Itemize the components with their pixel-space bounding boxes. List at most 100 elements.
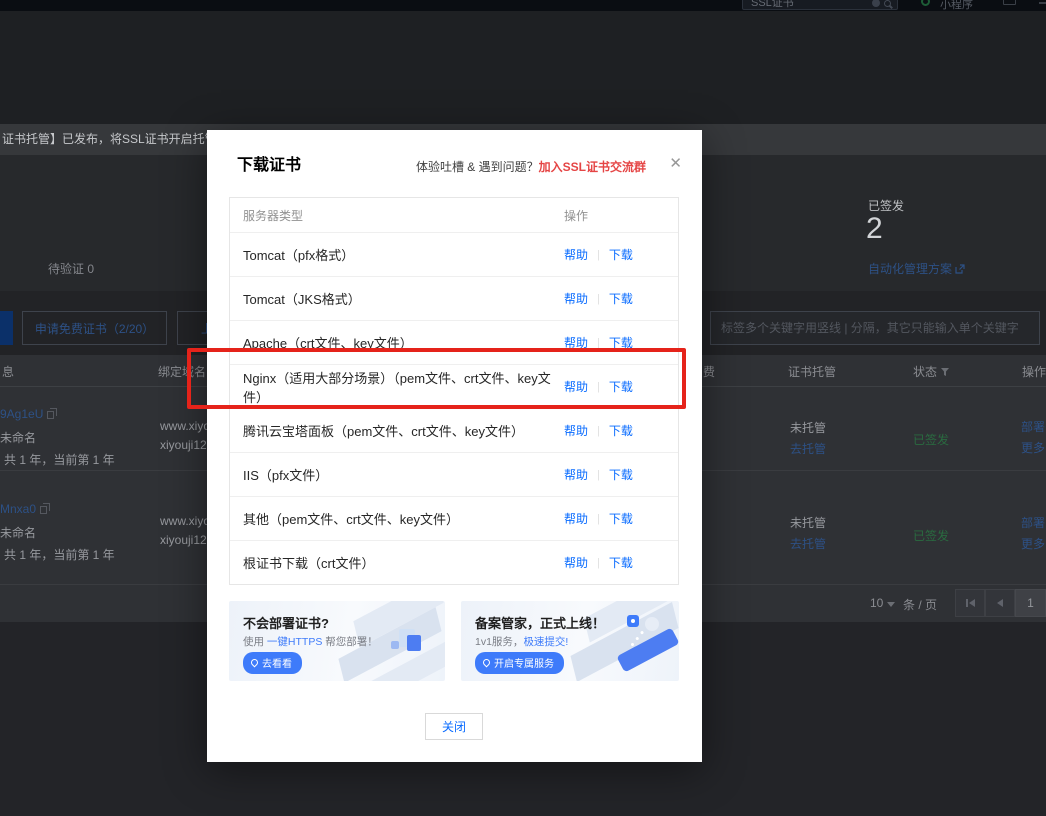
help-link[interactable]: 帮助 — [564, 554, 588, 571]
table-header-row: 服务器类型 操作 — [230, 198, 678, 232]
filter-icon[interactable] — [941, 365, 950, 379]
open-service-label: 开启专属服务 — [494, 659, 554, 670]
col-header-hosting: 证书托管 — [788, 365, 837, 379]
dialog-title: 下载证书 — [237, 157, 302, 174]
header-server-type: 服务器类型 — [243, 208, 304, 223]
first-page-icon — [965, 599, 968, 607]
table-row-tomcat-pfx: Tomcat（pfx格式） 帮助 | 下载 — [230, 232, 678, 276]
table-row-other: 其他（pem文件、crt文件、key文件） 帮助 | 下载 — [230, 496, 678, 540]
more-link[interactable]: 更多 — [1021, 439, 1045, 456]
server-type-label: Tomcat（pfx格式） — [243, 248, 355, 263]
apply-free-cert-button[interactable]: 申请免费证书（2/20） — [22, 311, 167, 345]
promo-desc-highlight: 一键HTTPS — [266, 636, 323, 648]
help-link[interactable]: 帮助 — [564, 246, 588, 263]
deploy-link[interactable]: 部署 — [1021, 514, 1045, 531]
download-link[interactable]: 下载 — [609, 422, 633, 439]
help-link[interactable]: 帮助 — [564, 510, 588, 527]
cert-id: Mnxa0 — [0, 502, 37, 516]
cert-id-link[interactable]: Mnxa0 — [0, 502, 51, 516]
cert-name: 未命名 — [0, 431, 37, 445]
help-link[interactable]: 帮助 — [564, 422, 588, 439]
cert-domain: www.xiyo — [160, 514, 208, 528]
promo-desc: 使用 一键HTTPS 帮您部署！ — [243, 634, 378, 649]
download-link[interactable]: 下载 — [609, 466, 633, 483]
tab-pending-validation[interactable]: 待验证 0 — [48, 260, 94, 277]
go-hosting-link[interactable]: 去托管 — [790, 440, 826, 457]
issued-count: 2 — [866, 212, 883, 245]
search-icon[interactable] — [884, 0, 891, 7]
status-badge: 已签发 — [913, 433, 950, 447]
mini-program-label[interactable]: 小程序 — [940, 0, 973, 11]
clear-icon[interactable] — [872, 0, 880, 7]
prev-page-button[interactable] — [985, 589, 1015, 617]
automation-link-label: 自动化管理方案 — [868, 262, 953, 276]
cert-id-link[interactable]: 9Ag1eU — [0, 407, 58, 421]
cert-validity: 共 1 年，当前第 1 年 — [4, 453, 115, 467]
status-header-label: 状态 — [913, 365, 938, 379]
download-link[interactable]: 下载 — [609, 554, 633, 571]
navbar-search-input[interactable]: SSL证书 — [742, 0, 898, 10]
cert-domain: www.xiyo — [160, 419, 208, 433]
col-header-status: 状态 — [913, 363, 950, 380]
promo-desc-prefix: 使用 — [243, 636, 267, 648]
col-header-info: 息 — [2, 365, 15, 379]
notice-banner-text: 证书托管】已发布，将SSL证书开启托管即可 — [2, 132, 207, 146]
copy-icon[interactable] — [47, 408, 58, 419]
copy-icon[interactable] — [40, 503, 51, 514]
server-type-label: IIS（pfx文件） — [243, 468, 329, 483]
chevron-down-icon — [887, 602, 896, 607]
link-divider: | — [597, 336, 600, 349]
link-divider: | — [597, 512, 600, 525]
feedback-text: 体验吐槽 & 遇到问题？ — [415, 160, 539, 174]
table-row-iis: IIS（pfx文件） 帮助 | 下载 — [230, 452, 678, 496]
table-row-tomcat-jks: Tomcat（JKS格式） 帮助 | 下载 — [230, 276, 678, 320]
go-see-button[interactable]: 去看看 — [243, 652, 302, 674]
first-page-button[interactable] — [955, 589, 985, 617]
link-divider: | — [597, 468, 600, 481]
hosting-status: 未托管 — [790, 516, 827, 530]
go-hosting-link[interactable]: 去托管 — [790, 535, 826, 552]
server-type-label: 腾讯云宝塔面板（pem文件、crt文件、key文件） — [243, 424, 524, 439]
download-link[interactable]: 下载 — [609, 510, 633, 527]
open-service-button[interactable]: 开启专属服务 — [475, 652, 564, 674]
pin-icon — [481, 657, 492, 668]
close-button[interactable]: 关闭 — [425, 713, 483, 740]
link-divider: | — [597, 292, 600, 305]
download-certificate-dialog: 下载证书 体验吐槽 & 遇到问题？加入SSL证书交流群 ✕ 服务器类型 操作 T… — [207, 130, 702, 762]
console-icon[interactable] — [1003, 0, 1016, 5]
current-page-box[interactable]: 1 — [1015, 589, 1046, 617]
link-divider: | — [597, 556, 600, 569]
promo-card-https-deploy[interactable]: 不会部署证书? 使用 一键HTTPS 帮您部署！ 去看看 — [229, 601, 445, 681]
page-header-area — [0, 11, 1046, 124]
left-arrow-icon — [968, 599, 975, 607]
download-link[interactable]: 下载 — [609, 290, 633, 307]
link-divider: | — [597, 248, 600, 261]
help-link[interactable]: 帮助 — [564, 290, 588, 307]
promo-card-beian[interactable]: 备案管家，正式上线！ 1v1服务，极速提交! 开启专属服务 — [461, 601, 679, 681]
cert-filter-input[interactable]: 标签多个关键字用竖线 | 分隔，其它只能输入单个关键字 — [710, 311, 1040, 345]
cert-domain: xiyouji123 — [160, 533, 208, 547]
cert-id: 9Ag1eU — [0, 407, 44, 421]
promo-title: 备案管家，正式上线！ — [475, 616, 606, 631]
hosting-status: 未托管 — [790, 421, 827, 435]
header-operation: 操作 — [564, 208, 589, 223]
download-link[interactable]: 下载 — [609, 246, 633, 263]
close-icon[interactable]: ✕ — [669, 154, 682, 172]
col-header-actions: 操作 — [1022, 365, 1046, 379]
more-link[interactable]: 更多 — [1021, 535, 1045, 552]
server-type-label: Tomcat（JKS格式） — [243, 292, 361, 307]
promo-title: 不会部署证书? — [243, 616, 329, 631]
cert-validity: 共 1 年，当前第 1 年 — [4, 548, 115, 562]
buy-certificate-button[interactable] — [0, 311, 13, 345]
deploy-link[interactable]: 部署 — [1021, 418, 1045, 435]
top-navbar: SSL证书 小程序 — [0, 0, 1046, 11]
col-header-fee: 费 — [703, 365, 716, 379]
join-group-link[interactable]: 加入SSL证书交流群 — [539, 160, 646, 174]
link-divider: | — [597, 424, 600, 437]
mini-program-icon — [921, 0, 930, 6]
automation-link[interactable]: 自动化管理方案 — [868, 260, 965, 277]
page-size-select[interactable]: 10 — [870, 596, 896, 610]
page-size-unit: 条 / 页 — [903, 598, 938, 612]
server-type-label: 根证书下载（crt文件） — [243, 556, 375, 571]
help-link[interactable]: 帮助 — [564, 466, 588, 483]
